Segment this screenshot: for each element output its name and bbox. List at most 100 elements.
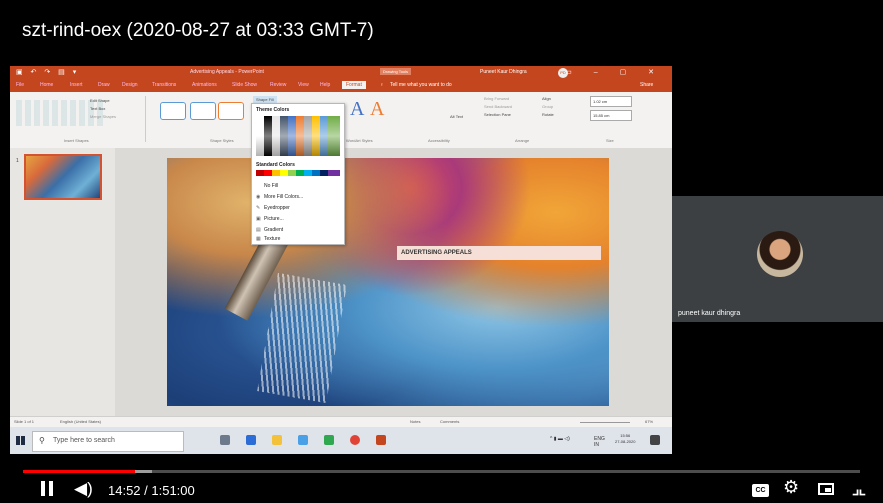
more-fill-label: More Fill Colors...	[264, 194, 304, 200]
taskbar-search-placeholder: Type here to search	[53, 437, 115, 444]
notes-button: Notes	[410, 419, 421, 424]
slide-canvas: ADVERTISING APPEALS	[115, 148, 672, 416]
search-icon: ⚲	[39, 436, 45, 445]
chrome-icon	[350, 435, 360, 445]
tab-format: Format	[342, 81, 366, 89]
file-explorer-icon	[272, 435, 282, 445]
brush-bristles	[257, 272, 347, 404]
window-controls: ▭ – ▢ ✕	[565, 69, 664, 76]
width-field: 15.85 cm	[590, 110, 632, 121]
participant-name: puneet kaur dhingra	[678, 310, 741, 317]
selection-pane-button: Selection Pane	[484, 112, 511, 117]
picture-icon: ▣	[256, 216, 261, 222]
slide-thumbnail-pane: 1	[10, 148, 116, 416]
language-tray: ENG IN	[594, 436, 605, 448]
video-player[interactable]: szt-rind-oex (2020-08-27 at 03:33 GMT-7)…	[0, 0, 883, 503]
task-view-icon	[220, 435, 230, 445]
slide-thumbnail	[24, 154, 102, 200]
tab-home: Home	[40, 82, 54, 88]
pause-icon[interactable]	[39, 481, 55, 497]
shape-style-3	[218, 102, 244, 120]
texture-item: ▦ Texture	[256, 236, 280, 242]
buffered-bar	[135, 470, 152, 473]
group-accessibility: Accessibility	[428, 138, 450, 143]
tab-insert: Insert	[70, 82, 83, 88]
zoom-level: 67%	[645, 419, 654, 424]
slide-count: Slide 1 of 1	[14, 419, 35, 424]
texture-icon: ▦	[256, 236, 261, 242]
align-button: Align	[542, 96, 551, 101]
text-box-button: Text Box	[90, 106, 106, 111]
document-title: Advertising Appeals - PowerPoint	[190, 69, 264, 75]
shape-fill-button: Shape Fill	[253, 96, 277, 103]
theme-colors-label: Theme Colors	[256, 107, 290, 113]
tab-view: View	[298, 82, 309, 88]
volume-icon[interactable]: ◀)	[74, 479, 93, 499]
tab-transitions: Transitions	[152, 82, 177, 88]
rotate-button: Rotate	[542, 112, 554, 117]
quick-access-toolbar: ▣ ↶ ↷ ▤ ▾	[16, 69, 80, 76]
lightbulb-icon: ♀	[380, 82, 384, 88]
tell-me-box: Tell me what you want to do	[390, 82, 452, 88]
standard-colors-label: Standard Colors	[256, 162, 295, 168]
progress-bar[interactable]	[23, 470, 860, 473]
tab-file: File	[16, 82, 25, 88]
video-title: szt-rind-oex (2020-08-27 at 03:33 GMT-7)	[22, 20, 374, 41]
eyedropper-item: ✎ Eyedropper	[256, 205, 290, 211]
tab-help: Help	[320, 82, 331, 88]
shapes-gallery	[16, 100, 106, 126]
eyedropper-icon: ✎	[256, 205, 261, 211]
picture-label: Picture...	[264, 216, 284, 222]
no-fill-item: No Fill	[256, 183, 278, 189]
edit-shape-button: Edit Shape	[90, 98, 110, 103]
slide-title-box: ADVERTISING APPEALS	[397, 246, 601, 260]
group-size: Size	[606, 138, 614, 143]
exit-fullscreen-icon[interactable]: ⌟⌞	[852, 479, 866, 499]
group-wordart-styles: WordArt Styles	[346, 138, 373, 143]
group-shape-styles: Shape Styles	[210, 138, 234, 143]
gear-icon[interactable]: ⚙	[783, 477, 799, 498]
tab-review: Review	[270, 82, 287, 88]
tab-draw: Draw	[98, 82, 110, 88]
powerpoint-icon	[376, 435, 386, 445]
played-bar	[23, 470, 136, 473]
user-name: Puneet Kaur Dhingra	[480, 69, 527, 75]
slide-number: 1	[16, 158, 19, 164]
notification-icon	[650, 435, 660, 445]
group-button: Group	[542, 104, 554, 109]
participant-tile: puneet kaur dhingra	[672, 196, 883, 322]
more-fill-colors-item: ◉ More Fill Colors...	[256, 194, 303, 200]
region-code: IN	[594, 442, 599, 448]
standard-color-row	[256, 170, 340, 176]
shape-style-1	[160, 102, 186, 120]
powerpoint-title-bar: ▣ ↶ ↷ ▤ ▾ Advertising Appeals - PowerPoi…	[10, 66, 672, 80]
height-field: 1.02 cm	[590, 96, 632, 107]
cc-button[interactable]: CC	[752, 484, 769, 497]
wordart-blue-a: A	[350, 98, 365, 120]
shape-style-2	[190, 102, 216, 120]
clock-date: 27-08-2020	[615, 439, 636, 444]
group-arrange: Arrange	[515, 138, 530, 143]
taskbar-clock: 15:56 27-08-2020	[615, 433, 635, 445]
context-tab-label: Drawing Tools	[380, 68, 412, 75]
palette-icon: ◉	[256, 194, 261, 200]
shape-fill-menu: Theme Colors Standard Colors No Fill ◉ Mo…	[251, 103, 345, 245]
gradient-item: ▤ Gradient	[256, 227, 283, 233]
clock-time: 15:56	[620, 433, 631, 438]
bring-forward-button: Bring Forward	[484, 96, 510, 101]
participant-avatar	[757, 231, 803, 277]
share-button: Share	[640, 82, 654, 88]
system-tray: ^ ▮ ▬ ◁)	[550, 436, 570, 442]
gradient-icon: ▤	[256, 227, 261, 233]
zoom-slider	[580, 422, 630, 423]
wordart-orange-a: A	[370, 98, 385, 120]
theme-color-grid	[256, 116, 340, 156]
comments-button: Comments	[440, 419, 460, 424]
merge-shapes-button: Merge Shapes	[90, 114, 117, 119]
picture-item: ▣ Picture...	[256, 216, 284, 222]
ribbon-tabs: File Home Insert Draw Design Transitions…	[10, 80, 672, 92]
tab-design: Design	[122, 82, 138, 88]
time-display: 14:52 / 1:51:00	[108, 483, 195, 498]
taskbar-search: ⚲ Type here to search	[32, 431, 184, 452]
miniplayer-icon[interactable]	[818, 483, 834, 495]
